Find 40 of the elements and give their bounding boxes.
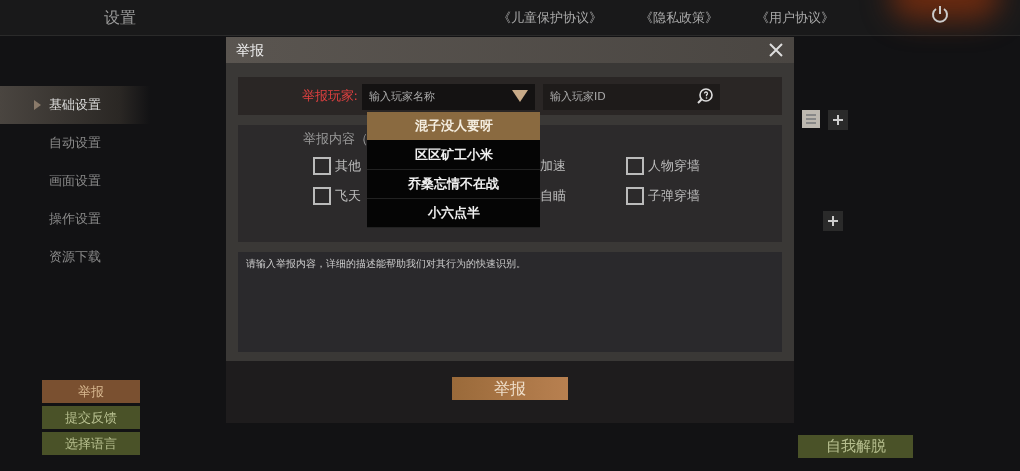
checkbox[interactable]: [313, 186, 331, 205]
dropdown-item[interactable]: 区区矿工小米: [367, 140, 540, 170]
content-label: 举报内容（: [303, 130, 369, 148]
agreement-link[interactable]: 《儿童保护协议》: [498, 7, 602, 28]
page-title: 设置: [104, 6, 136, 29]
checkbox[interactable]: [626, 156, 644, 175]
sidebar-button[interactable]: 举报: [42, 380, 140, 403]
dialog-title: 举报: [236, 40, 264, 60]
checkbox[interactable]: [313, 156, 331, 175]
search-help-icon[interactable]: [696, 87, 714, 105]
sidebar-item[interactable]: 资源下载: [0, 238, 150, 276]
sidebar-item[interactable]: 操作设置: [0, 200, 150, 238]
option-label: 人物穿墙: [648, 156, 700, 175]
description-field[interactable]: 请输入举报内容，详细的描述能帮助我们对其行为的快速识别。: [238, 252, 782, 352]
triangle-icon: [34, 100, 41, 110]
plus-icon[interactable]: [828, 110, 848, 130]
plus-icon[interactable]: [823, 211, 843, 231]
sidebar-button[interactable]: 提交反馈: [42, 406, 140, 429]
sidebar-button[interactable]: 选择语言: [42, 432, 140, 455]
dropdown-item[interactable]: 乔桑忘情不在战: [367, 169, 540, 199]
sidebar-item[interactable]: 画面设置: [0, 162, 150, 200]
option-label: 自瞄: [540, 186, 566, 205]
agreement-link[interactable]: 《隐私政策》: [640, 7, 718, 28]
agreement-link[interactable]: 《用户协议》: [756, 7, 834, 28]
dropdown-item[interactable]: 混子没人要呀: [367, 112, 540, 141]
self-unstuck-button[interactable]: 自我解脱: [798, 435, 913, 458]
checkbox[interactable]: [626, 186, 644, 205]
dropdown-arrow-icon[interactable]: [512, 90, 528, 102]
option-label: 加速: [540, 156, 566, 175]
player-id-field[interactable]: 输入玩家ID: [543, 83, 720, 110]
option-label: 飞天: [335, 186, 361, 205]
player-label: 举报玩家:: [300, 87, 359, 106]
submit-report-button[interactable]: 举报: [452, 377, 568, 400]
power-icon[interactable]: [930, 4, 950, 24]
option-label: 其他: [335, 156, 361, 175]
sidebar-item[interactable]: 自动设置: [0, 124, 150, 162]
player-name-field[interactable]: 输入玩家名称: [362, 83, 535, 110]
option-label: 子弹穿墙: [648, 186, 700, 205]
close-icon[interactable]: [768, 42, 784, 58]
dropdown-item[interactable]: 小六点半: [367, 198, 540, 228]
